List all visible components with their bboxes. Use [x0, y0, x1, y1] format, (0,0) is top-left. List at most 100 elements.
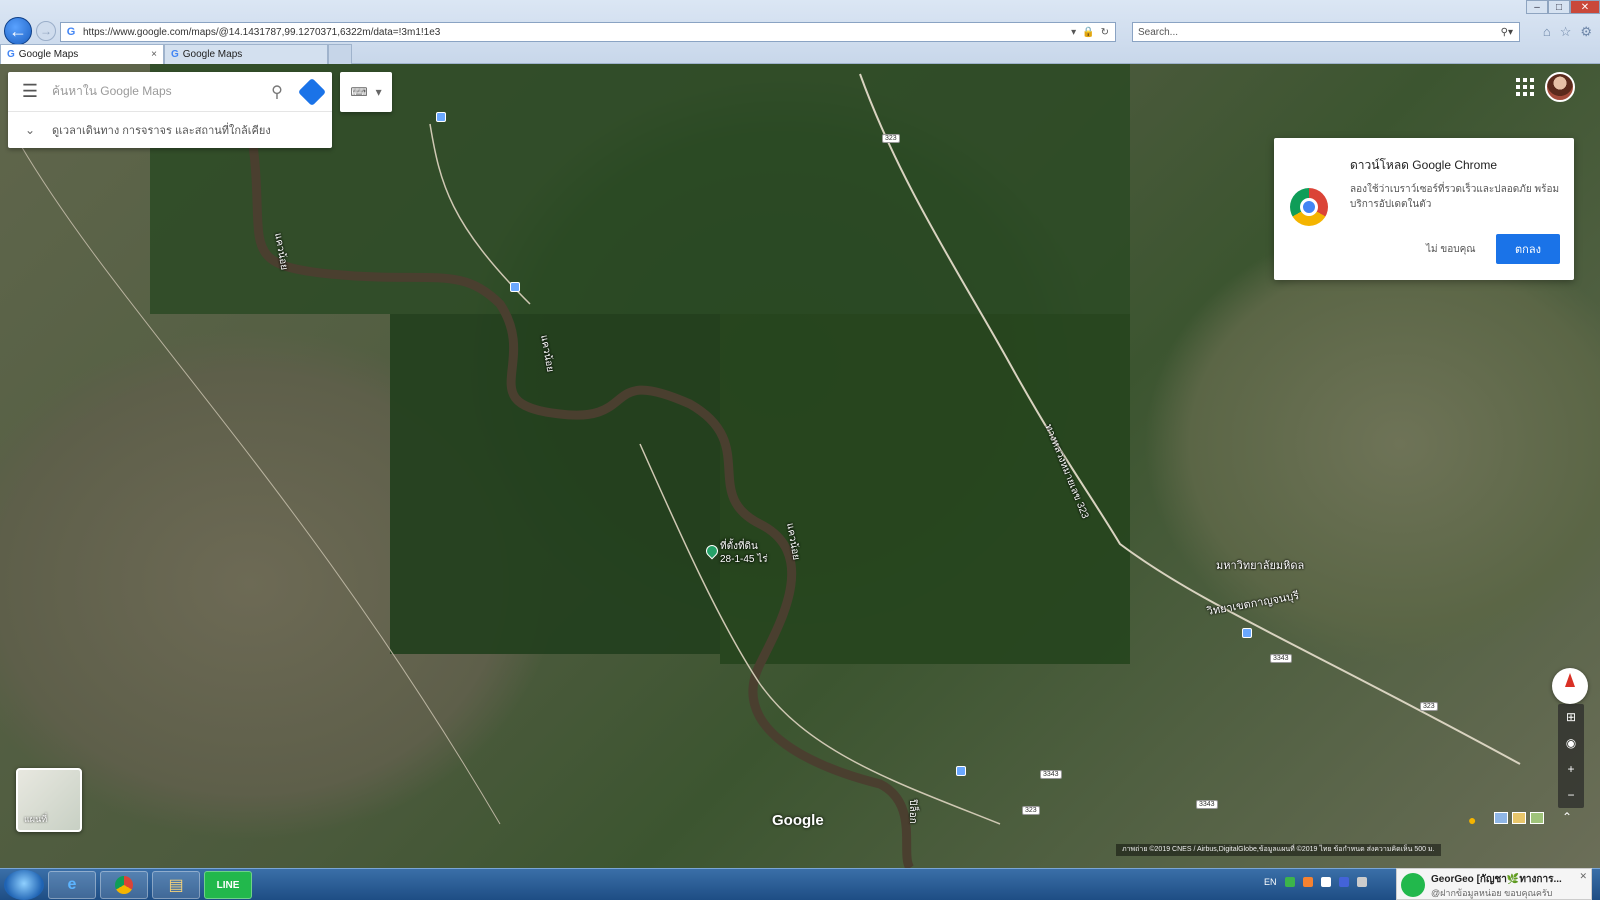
- street-view-pegman-icon[interactable]: ●: [1468, 812, 1476, 828]
- minimize-button[interactable]: –: [1526, 0, 1548, 14]
- poi-marker-icon[interactable]: [1242, 628, 1252, 638]
- maps-search-panel: ☰ ค้นหาใน Google Maps ⚲ ⌄ ดูเวลาเดินทาง …: [8, 72, 332, 148]
- pin-label[interactable]: ที่ตั้งที่ดิน 28-1-45 ไร่: [720, 540, 768, 566]
- input-tools-button[interactable]: ⌨ ▾: [340, 72, 392, 112]
- tray-line-icon[interactable]: [1284, 877, 1295, 887]
- map-layer-toggle[interactable]: แผนที่: [16, 768, 82, 832]
- terrain-layer-icon[interactable]: [1530, 812, 1544, 824]
- gear-icon[interactable]: ⚙: [1580, 24, 1592, 40]
- chrome-taskbar-icon[interactable]: [100, 871, 148, 899]
- chrome-logo-icon: [1290, 188, 1328, 226]
- tab-close-icon[interactable]: ×: [151, 49, 157, 60]
- line-logo-icon: [1401, 873, 1425, 897]
- promo-body: ลองใช้ว่าเบราว์เซอร์ที่รวดเร็วและปลอดภัย…: [1350, 184, 1560, 210]
- transit-layer-icon[interactable]: [1494, 812, 1508, 824]
- dropdown-icon[interactable]: ▾: [1071, 27, 1076, 38]
- back-button[interactable]: ←: [4, 17, 32, 45]
- maps-search-input[interactable]: ค้นหาใน Google Maps: [52, 82, 262, 101]
- chrome-promo-dialog: ดาวน์โหลด Google Chrome ลองใช้ว่าเบราว์เ…: [1274, 138, 1574, 280]
- tab-label: Google Maps: [18, 49, 79, 60]
- browser-search-placeholder: Search...: [1138, 26, 1179, 38]
- language-indicator[interactable]: EN: [1264, 877, 1277, 887]
- search-icon[interactable]: ⚲▾: [1501, 27, 1519, 38]
- address-bar[interactable]: G https://www.google.com/maps/@14.143178…: [60, 22, 1116, 42]
- pin-label-line1: ที่ตั้งที่ดิน: [720, 541, 758, 552]
- poi-marker-icon[interactable]: [436, 112, 446, 122]
- layer-thumbnails: [1494, 812, 1544, 824]
- menu-icon[interactable]: ☰: [8, 81, 52, 102]
- route-shield: 3343: [1040, 770, 1062, 779]
- notification-title: GeorGeo [กัญชา🌿ทางการ...: [1431, 874, 1562, 885]
- search-row: ☰ ค้นหาใน Google Maps ⚲: [8, 72, 332, 112]
- zoom-in-button[interactable]: +: [1558, 756, 1584, 782]
- network-icon[interactable]: [1338, 877, 1349, 887]
- layer-label: แผนที่: [24, 814, 48, 824]
- flag-icon[interactable]: [1320, 877, 1331, 887]
- route-shield: 3343: [1270, 654, 1292, 663]
- road-label: ปิล็อก: [906, 799, 918, 824]
- compass-button[interactable]: [1552, 668, 1588, 704]
- maximize-button[interactable]: □: [1548, 0, 1570, 14]
- notification-text: @ฝากข้อมูลหน่อย ขอบคุณครับ: [1431, 888, 1553, 898]
- avatar[interactable]: [1545, 72, 1575, 102]
- browser-search-box[interactable]: Search... ⚲▾: [1132, 22, 1520, 42]
- favorites-star-icon[interactable]: ☆: [1560, 24, 1572, 40]
- forward-button[interactable]: →: [36, 21, 56, 41]
- promo-title: ดาวน์โหลด Google Chrome: [1350, 158, 1498, 172]
- tray-app-icon[interactable]: [1302, 877, 1313, 887]
- river-khwae-noi: [245, 123, 915, 868]
- traffic-layer-icon[interactable]: [1512, 812, 1526, 824]
- line-taskbar-icon[interactable]: LINE: [204, 871, 252, 899]
- url-text[interactable]: https://www.google.com/maps/@14.1431787,…: [79, 27, 1071, 38]
- tab-google-maps-1[interactable]: G Google Maps ×: [0, 44, 164, 64]
- keyboard-icon: ⌨: [350, 85, 368, 99]
- zoom-out-button[interactable]: −: [1558, 782, 1584, 808]
- explore-nearby-row[interactable]: ⌄ ดูเวลาเดินทาง การจราจร และสถานที่ใกล้เ…: [8, 112, 332, 148]
- address-bar-icons: ▾ 🔒 ↻: [1071, 27, 1115, 38]
- start-button[interactable]: [4, 870, 44, 900]
- dropdown-arrow-icon: ▾: [375, 85, 382, 99]
- refresh-icon[interactable]: ↻: [1101, 27, 1109, 38]
- directions-button[interactable]: [292, 77, 332, 106]
- window-close-button[interactable]: ✕: [1570, 0, 1600, 14]
- system-tray: EN: [1264, 877, 1367, 887]
- chevron-down-icon[interactable]: ⌄: [8, 123, 52, 137]
- lock-icon[interactable]: 🔒: [1082, 27, 1094, 38]
- home-icon[interactable]: ⌂: [1543, 24, 1551, 40]
- line-notification[interactable]: GeorGeo [กัญชา🌿ทางการ... @ฝากข้อมูลหน่อย…: [1396, 868, 1592, 900]
- google-watermark: Google: [772, 812, 824, 829]
- map-attribution[interactable]: ภาพถ่าย ©2019 CNES / Airbus,DigitalGlobe…: [1116, 844, 1441, 856]
- chevron-up-icon[interactable]: ⌃: [1562, 810, 1572, 824]
- google-favicon-icon: G: [7, 49, 15, 60]
- pin-label-line2: 28-1-45 ไร่: [720, 554, 768, 565]
- browser-chrome: ← → G https://www.google.com/maps/@14.14…: [0, 0, 1600, 64]
- search-icon[interactable]: ⚲: [262, 82, 292, 102]
- ie-taskbar-icon[interactable]: e: [48, 871, 96, 899]
- satellite-map[interactable]: ☰ ค้นหาใน Google Maps ⚲ ⌄ ดูเวลาเดินทาง …: [0, 64, 1600, 868]
- tilt-icon[interactable]: ⊞: [1558, 704, 1584, 730]
- google-favicon-icon: G: [66, 26, 76, 38]
- promo-accept-button[interactable]: ตกลง: [1496, 234, 1560, 264]
- promo-dismiss-button[interactable]: ไม่ ขอบคุณ: [1426, 242, 1476, 257]
- close-icon[interactable]: ✕: [1579, 871, 1587, 882]
- route-shield: 323: [1022, 806, 1040, 815]
- volume-icon[interactable]: [1356, 877, 1367, 887]
- tab-strip: G Google Maps × G Google Maps: [0, 44, 352, 64]
- compass-needle-icon: [1565, 673, 1575, 687]
- window-controls: – □ ✕: [1526, 0, 1600, 14]
- tab-google-maps-2[interactable]: G Google Maps: [164, 44, 328, 64]
- route-shield: 323: [1420, 702, 1438, 711]
- taskbar: e ▤ LINE EN: [0, 868, 1600, 900]
- google-favicon-icon: G: [171, 49, 179, 60]
- my-location-icon[interactable]: ◉: [1558, 730, 1584, 756]
- route-shield: 3343: [1196, 800, 1218, 809]
- tab-label: Google Maps: [182, 49, 243, 60]
- map-controls: ⊞ ◉ + −: [1558, 704, 1584, 808]
- new-tab-button[interactable]: [328, 44, 352, 64]
- google-apps-icon[interactable]: [1514, 76, 1534, 96]
- folder-taskbar-icon[interactable]: ▤: [152, 871, 200, 899]
- directions-icon: [297, 77, 327, 106]
- university-label[interactable]: มหาวิทยาลัยมหิดล: [1216, 556, 1304, 574]
- poi-marker-icon[interactable]: [956, 766, 966, 776]
- poi-marker-icon[interactable]: [510, 282, 520, 292]
